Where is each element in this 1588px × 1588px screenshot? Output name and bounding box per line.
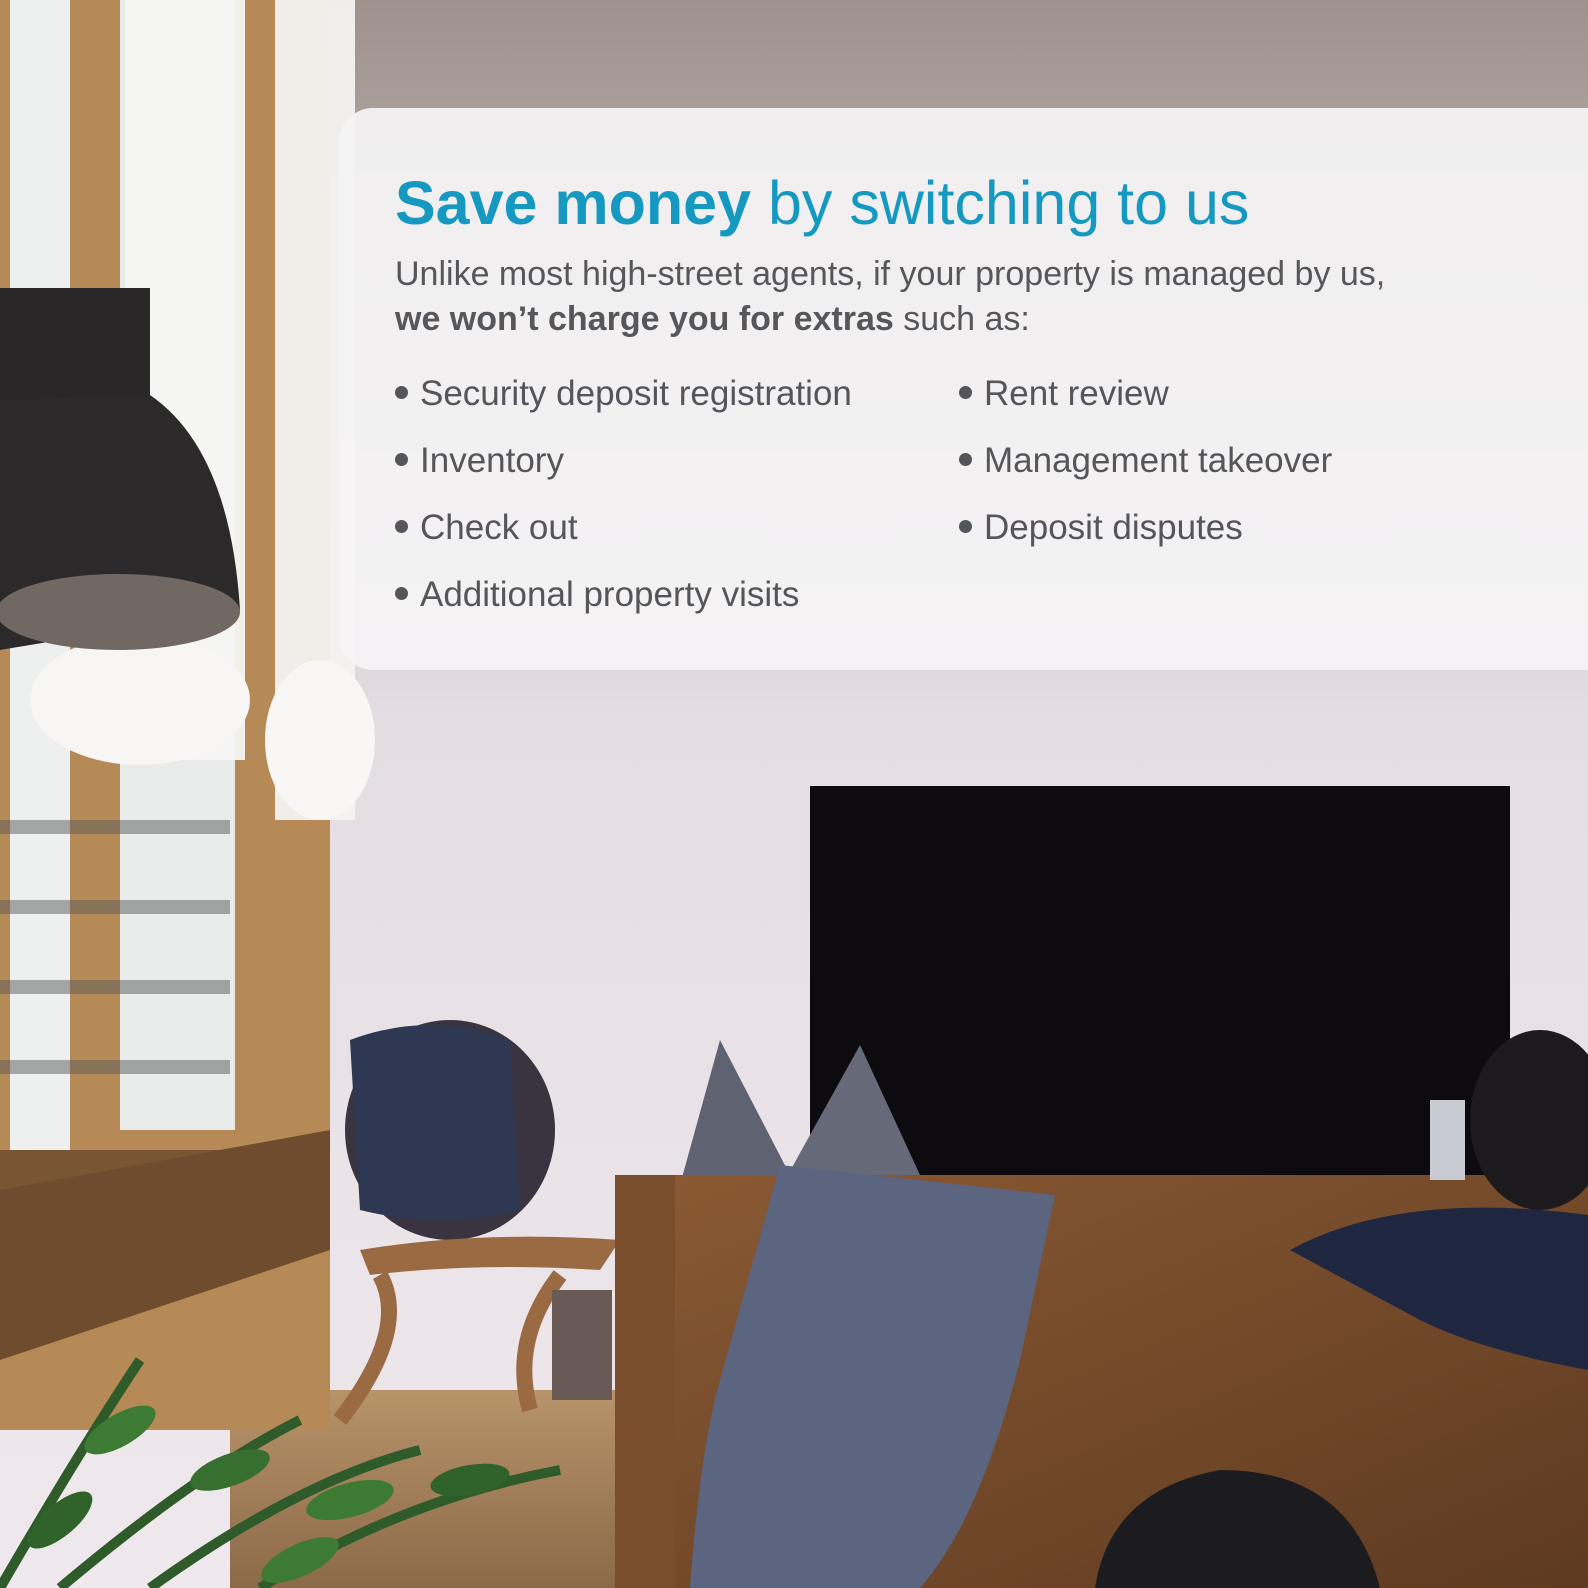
bullet-icon <box>395 386 408 400</box>
bullet-icon <box>959 520 972 534</box>
headline: Save money by switching to us <box>395 165 1249 241</box>
list-item-label: Rent review <box>984 374 1169 413</box>
intro-text: Unlike most high-street agents, if your … <box>395 252 1545 342</box>
bullet-icon <box>395 453 408 467</box>
list-item: Management takeover <box>959 437 1332 485</box>
headline-bold: Save money <box>395 169 752 237</box>
list-item-label: Additional property visits <box>420 575 800 614</box>
bullet-icon <box>395 587 408 601</box>
list-item-label: Deposit disputes <box>984 508 1243 547</box>
list-item: Inventory <box>395 437 564 485</box>
bullet-icon <box>959 386 972 400</box>
list-item: Security deposit registration <box>395 370 852 418</box>
bullet-icon <box>959 453 972 467</box>
headline-rest: by switching to us <box>767 169 1250 237</box>
list-item-label: Security deposit registration <box>420 374 852 413</box>
list-item: Check out <box>395 504 578 552</box>
intro-bold: we won’t charge you for extras <box>395 300 894 338</box>
list-item-label: Management takeover <box>984 441 1333 480</box>
list-item: Additional property visits <box>395 571 799 619</box>
list-item: Deposit disputes <box>959 504 1243 552</box>
list-item: Rent review <box>959 370 1169 418</box>
intro-rest: such as: <box>903 300 1030 338</box>
list-item-label: Check out <box>420 508 578 547</box>
bullet-icon <box>395 520 408 534</box>
list-item-label: Inventory <box>420 441 564 480</box>
intro-line1: Unlike most high-street agents, if your … <box>395 255 1386 293</box>
